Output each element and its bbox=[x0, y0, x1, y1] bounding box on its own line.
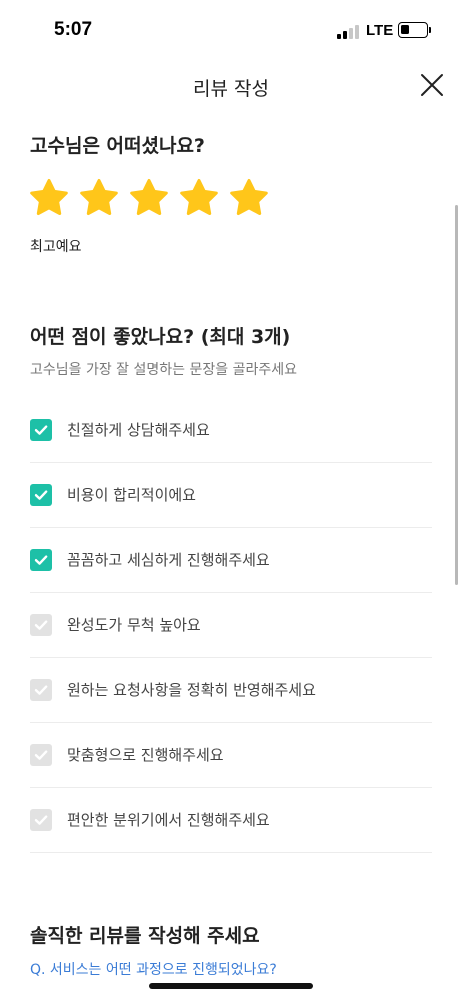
option-item[interactable]: 원하는 요청사항을 정확히 반영해주세요 bbox=[30, 658, 432, 723]
checkbox-unchecked[interactable] bbox=[30, 744, 52, 766]
check-icon bbox=[34, 620, 48, 630]
star-icon[interactable] bbox=[129, 178, 169, 218]
star-icon[interactable] bbox=[79, 178, 119, 218]
checkbox-checked[interactable] bbox=[30, 549, 52, 571]
check-icon bbox=[34, 685, 48, 695]
status-bar: 5:07 LTE bbox=[0, 0, 462, 60]
option-item[interactable]: 완성도가 무척 높아요 bbox=[30, 593, 432, 658]
close-icon bbox=[421, 74, 443, 96]
check-icon bbox=[34, 815, 48, 825]
option-item[interactable]: 맞춤형으로 진행해주세요 bbox=[30, 723, 432, 788]
option-item[interactable]: 친절하게 상담해주세요 bbox=[30, 398, 432, 463]
rating-label: 최고예요 bbox=[30, 239, 82, 255]
page-title: 리뷰 작성 bbox=[193, 78, 269, 100]
checkbox-checked[interactable] bbox=[30, 484, 52, 506]
option-item[interactable]: 비용이 합리적이에요 bbox=[30, 463, 432, 528]
checkbox-unchecked[interactable] bbox=[30, 614, 52, 636]
option-item[interactable]: 편안한 분위기에서 진행해주세요 bbox=[30, 788, 432, 853]
checkbox-unchecked[interactable] bbox=[30, 809, 52, 831]
star-icon[interactable] bbox=[29, 178, 69, 218]
check-icon bbox=[34, 555, 48, 565]
check-icon bbox=[34, 750, 48, 760]
option-label: 친절하게 상담해주세요 bbox=[67, 421, 210, 439]
home-indicator bbox=[149, 983, 313, 989]
option-label: 완성도가 무척 높아요 bbox=[67, 616, 201, 634]
option-label: 비용이 합리적이에요 bbox=[67, 486, 196, 504]
star-icon[interactable] bbox=[229, 178, 269, 218]
check-icon bbox=[34, 425, 48, 435]
review-prompt-link[interactable]: Q. 서비스는 어떤 과정으로 진행되었나요? bbox=[30, 959, 277, 979]
good-points-subtitle: 고수님을 가장 잘 설명하는 문장을 골라주세요 bbox=[30, 362, 297, 378]
battery-icon bbox=[398, 22, 428, 38]
close-button[interactable] bbox=[419, 72, 445, 98]
option-label: 맞춤형으로 진행해주세요 bbox=[67, 746, 224, 764]
signal-icon bbox=[337, 25, 361, 39]
nav-bar: 리뷰 작성 bbox=[0, 60, 462, 114]
battery-cap bbox=[429, 27, 431, 33]
checkbox-checked[interactable] bbox=[30, 419, 52, 441]
check-icon bbox=[34, 490, 48, 500]
network-label: LTE bbox=[366, 22, 394, 39]
review-title: 솔직한 리뷰를 작성해 주세요 bbox=[30, 925, 260, 947]
scrollbar[interactable] bbox=[455, 205, 458, 585]
option-item[interactable]: 꼼꼼하고 세심하게 진행해주세요 bbox=[30, 528, 432, 593]
status-time: 5:07 bbox=[54, 19, 93, 40]
good-points-title: 어떤 점이 좋았나요? (최대 3개) bbox=[30, 326, 291, 348]
rating-question: 고수님은 어떠셨나요? bbox=[30, 135, 205, 157]
option-label: 원하는 요청사항을 정확히 반영해주세요 bbox=[67, 681, 316, 699]
option-label: 꼼꼼하고 세심하게 진행해주세요 bbox=[67, 551, 270, 569]
option-label: 편안한 분위기에서 진행해주세요 bbox=[67, 811, 270, 829]
checkbox-unchecked[interactable] bbox=[30, 679, 52, 701]
star-rating[interactable] bbox=[29, 178, 269, 218]
star-icon[interactable] bbox=[179, 178, 219, 218]
